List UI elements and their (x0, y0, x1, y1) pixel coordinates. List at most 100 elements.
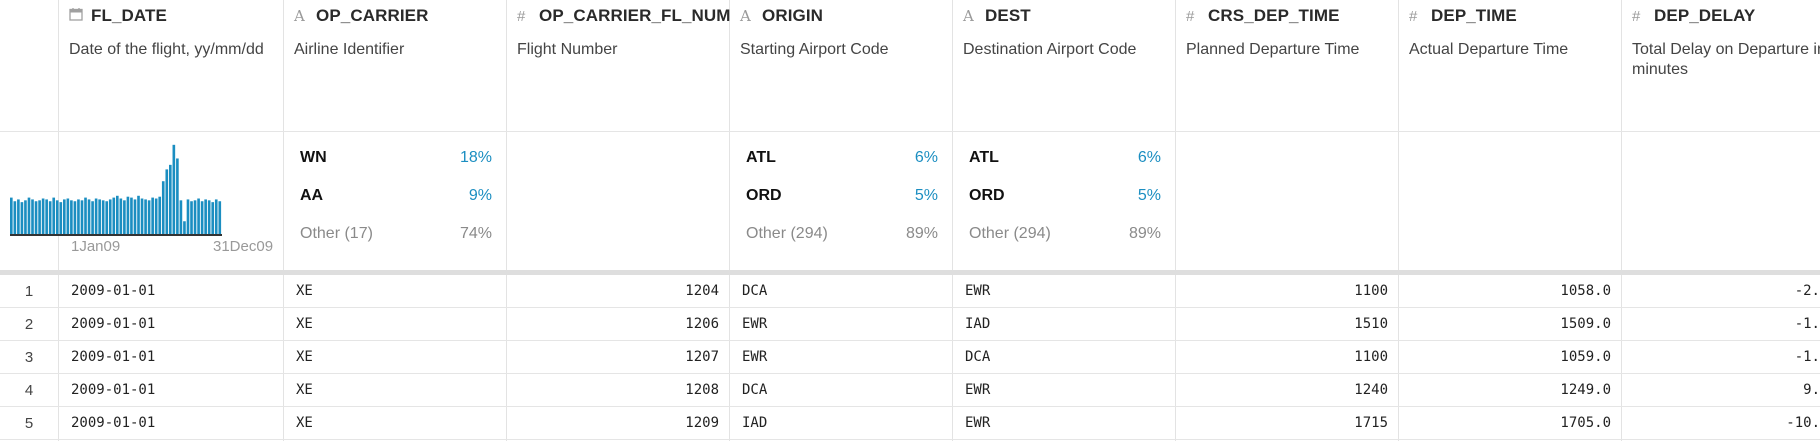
table-row[interactable]: 3 2009-01-01 XE 1207 EWR DCA 1100 1059.0 -1. (0, 341, 1820, 374)
column-header[interactable]: A OP_CARRIER (294, 6, 500, 28)
table-row[interactable]: 4 2009-01-01 XE 1208 DCA EWR 1240 1249.0 9. (0, 374, 1820, 407)
table-cell[interactable]: 1206 (519, 308, 719, 341)
table-cell[interactable]: XE (296, 275, 496, 308)
table-cell[interactable]: DCA (742, 374, 942, 407)
table-cell[interactable]: XE (296, 308, 496, 341)
table-cell[interactable]: XE (296, 374, 496, 407)
category-row[interactable]: ORD 5% (740, 183, 938, 221)
category-label: ORD (969, 187, 1005, 204)
table-cell[interactable]: 1209 (519, 407, 719, 440)
table-cell[interactable]: 1207 (519, 341, 719, 374)
calendar-icon (69, 7, 85, 25)
category-row[interactable]: ORD 5% (963, 183, 1161, 221)
column-description: Airline Identifier (294, 41, 405, 58)
histogram-bar (123, 200, 126, 234)
histogram-bar (133, 199, 137, 234)
column-description: Starting Airport Code (740, 41, 889, 58)
category-stats: ATL 6% ORD 5% Other (294) 89% (963, 145, 1161, 259)
table-cell[interactable]: -1. (1634, 308, 1820, 341)
table-cell[interactable]: 1249.0 (1411, 374, 1611, 407)
table-cell[interactable]: IAD (742, 407, 942, 440)
table-cell[interactable]: -2. (1634, 275, 1820, 308)
table-cell[interactable]: EWR (742, 308, 942, 341)
category-row[interactable]: ATL 6% (963, 145, 1161, 183)
table-cell[interactable]: 2009-01-01 (71, 407, 271, 440)
table-cell[interactable]: 1100 (1188, 275, 1388, 308)
table-cell[interactable]: XE (296, 407, 496, 440)
histogram-axis (10, 234, 222, 236)
histogram-bar (200, 201, 204, 234)
table-cell[interactable]: 1204 (519, 275, 719, 308)
histogram-bar (94, 198, 98, 234)
histogram-bar (165, 169, 169, 234)
category-row[interactable]: AA 9% (294, 183, 492, 221)
histogram-bar (169, 164, 172, 234)
table-cell[interactable]: 2009-01-01 (71, 341, 271, 374)
table-cell[interactable]: IAD (965, 308, 1165, 341)
column-name: DEST (985, 6, 1031, 25)
table-cell[interactable]: XE (296, 341, 496, 374)
category-row-other[interactable]: Other (294) 89% (740, 221, 938, 259)
column-name: OP_CARRIER_FL_NUM (539, 6, 731, 25)
category-row-other[interactable]: Other (294) 89% (963, 221, 1161, 259)
table-cell[interactable]: 2009-01-01 (71, 374, 271, 407)
histogram-bar (186, 199, 190, 234)
table-cell[interactable]: DCA (965, 341, 1165, 374)
column-name: OP_CARRIER (316, 6, 429, 25)
histogram-bar (17, 199, 20, 234)
column-header[interactable]: # OP_CARRIER_FL_NUM (517, 6, 730, 28)
table-cell[interactable]: 2009-01-01 (71, 275, 271, 308)
category-percent: 18% (459, 149, 492, 166)
column-header[interactable]: A ORIGIN (740, 6, 946, 28)
table-cell[interactable]: DCA (742, 275, 942, 308)
table-cell[interactable]: -10. (1634, 407, 1820, 440)
histogram-bar (211, 202, 215, 234)
table-cell[interactable]: 1715 (1188, 407, 1388, 440)
column-description: Flight Number (517, 41, 618, 58)
category-label: Other (294) (746, 225, 828, 242)
category-row[interactable]: ATL 6% (740, 145, 938, 183)
column-header[interactable]: A DEST (963, 6, 1169, 28)
histogram-bar (20, 202, 24, 234)
table-row[interactable]: 2 2009-01-01 XE 1206 EWR IAD 1510 1509.0 -1. (0, 308, 1820, 341)
column-header[interactable]: # CRS_DEP_TIME (1186, 6, 1392, 28)
table-cell[interactable]: 1705.0 (1411, 407, 1611, 440)
category-row[interactable]: WN 18% (294, 145, 492, 183)
histogram-bar (158, 196, 162, 234)
table-cell[interactable]: EWR (742, 341, 942, 374)
histogram-bar (34, 201, 38, 234)
column-header[interactable]: # DEP_TIME (1409, 6, 1615, 28)
table-cell[interactable]: -1. (1634, 341, 1820, 374)
histogram-bar (218, 201, 222, 234)
table-cell[interactable]: 1208 (519, 374, 719, 407)
fl-date-histogram (10, 144, 222, 234)
table-cell[interactable]: EWR (965, 275, 1165, 308)
table-row[interactable]: 1 2009-01-01 XE 1204 DCA EWR 1100 1058.0 -2. (0, 275, 1820, 308)
number-type-icon: # (1186, 7, 1195, 25)
table-cell[interactable]: 1240 (1188, 374, 1388, 407)
category-row-other[interactable]: Other (17) 74% (294, 221, 492, 259)
table-cell[interactable]: 1100 (1188, 341, 1388, 374)
table-row[interactable]: 5 2009-01-01 XE 1209 IAD EWR 1715 1705.0 -10. (0, 407, 1820, 440)
table-cell[interactable]: 9. (1634, 374, 1820, 407)
table-cell[interactable]: EWR (965, 374, 1165, 407)
histogram-bar (55, 200, 59, 234)
histogram-bar (116, 195, 119, 234)
table-cell[interactable]: 1510 (1188, 308, 1388, 341)
table-cell[interactable]: 1058.0 (1411, 275, 1611, 308)
histogram-bar (45, 199, 48, 234)
column-header[interactable]: FL_DATE (69, 6, 277, 28)
table-cell[interactable]: 1509.0 (1411, 308, 1611, 341)
table-cell[interactable]: 2009-01-01 (71, 308, 271, 341)
table-cell[interactable]: EWR (965, 407, 1165, 440)
category-label: Other (294) (969, 225, 1051, 242)
column-header[interactable]: # DEP_DELAY (1632, 6, 1820, 28)
histogram-bar (147, 200, 151, 234)
histogram-bar (91, 201, 94, 234)
table-cell[interactable]: 1059.0 (1411, 341, 1611, 374)
histogram-bar (31, 199, 34, 234)
row-number: 2 (24, 316, 34, 333)
histogram-bar (59, 202, 63, 234)
column-description: Total Delay on Departure in minutes (1632, 41, 1820, 78)
category-stats: ATL 6% ORD 5% Other (294) 89% (740, 145, 938, 259)
